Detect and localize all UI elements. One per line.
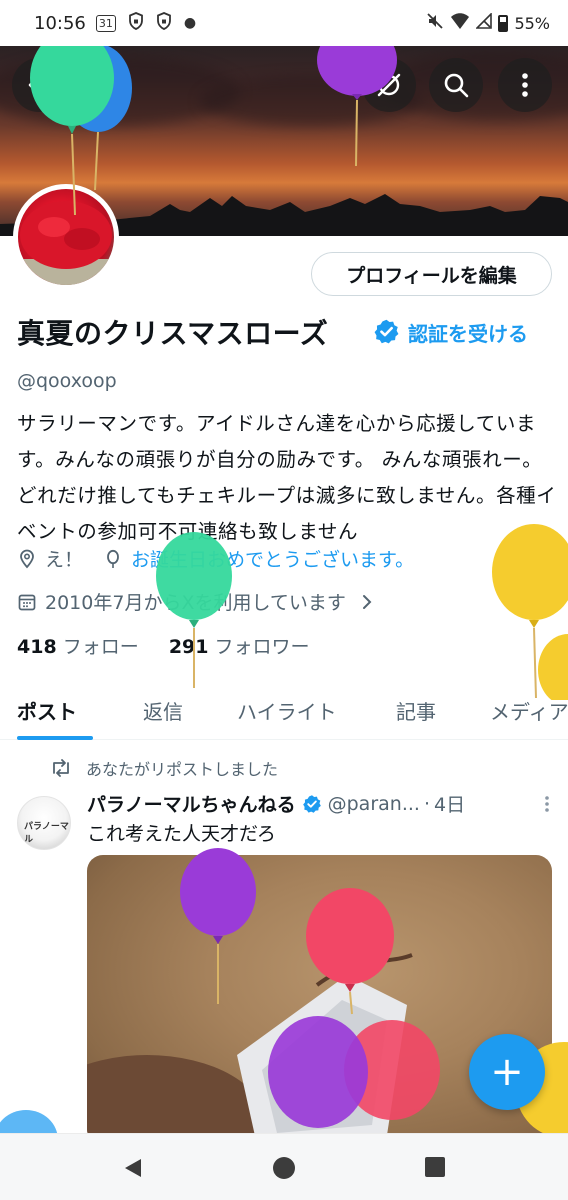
status-bar: 10:56 31 ● 55% (0, 0, 568, 46)
get-verified-link[interactable]: 認証を受ける (408, 318, 528, 347)
profile-location: え！ (45, 549, 84, 571)
repost-context: あなたがリポストしました (50, 756, 278, 780)
tab-replies[interactable]: 返信 (143, 696, 183, 725)
follow-stats: 418 フォロー 291 フォロワー (17, 632, 310, 659)
post-avatar-text: パラノーマル (24, 822, 69, 845)
compose-button[interactable]: + (469, 1034, 545, 1110)
vpn-shield-icon (128, 12, 144, 34)
nav-back-icon[interactable] (121, 1156, 145, 1180)
joined-date: 2010年7月からXを利用しています (45, 592, 346, 614)
following-count: 418 (17, 636, 57, 658)
edit-profile-button[interactable]: プロフィールを編集 (311, 252, 552, 296)
tab-articles[interactable]: 記事 (396, 696, 436, 725)
status-right: 55% (426, 12, 550, 34)
compose-icon: + (490, 1049, 524, 1095)
active-tab-indicator (17, 736, 93, 740)
followers-count: 291 (168, 636, 209, 658)
profile-avatar[interactable] (13, 184, 119, 290)
wifi-icon (450, 12, 470, 34)
nav-recents-icon[interactable] (424, 1156, 446, 1178)
post-verified-badge-icon (302, 794, 321, 813)
notification-dot-icon: ● (183, 15, 197, 31)
more-button[interactable] (498, 58, 552, 112)
followers-link[interactable]: 291 フォロワー (169, 636, 310, 658)
post-separator: · (423, 792, 430, 815)
balloon-icon (107, 549, 119, 568)
tab-highlights[interactable]: ハイライト (237, 696, 337, 725)
profile-bio: サラリーマンです。アイドルさん達を心から応援しています。みんなの頑張りが自分の励… (17, 412, 557, 543)
profile-meta-location-row: え！ お誕生日おめでとうございます。 (17, 545, 414, 572)
chevron-right-icon (362, 594, 372, 609)
post-header: パラノーマルちゃんねる @paran... · 4日 (87, 790, 557, 817)
signal-icon (475, 12, 493, 33)
birthday-link[interactable]: お誕生日おめでとうございます。 (131, 545, 414, 572)
post-author-handle: @paran... (327, 792, 420, 815)
avatar-image (18, 201, 114, 285)
profile-meta-joined-row[interactable]: 2010年7月からXを利用しています (17, 588, 374, 615)
back-button[interactable] (12, 58, 66, 112)
location-icon (20, 549, 34, 568)
repost-icon (53, 759, 69, 777)
tab-posts[interactable]: ポスト (17, 696, 77, 725)
battery-icon (498, 14, 509, 32)
following-label: フォロー (62, 636, 139, 658)
post-more-icon[interactable] (543, 794, 551, 814)
battery-percent: 55% (514, 13, 550, 33)
more-icon (522, 73, 528, 97)
post-author-avatar[interactable]: パラノーマル (17, 796, 71, 850)
followers-label: フォロワー (214, 636, 310, 658)
post-author-name[interactable]: パラノーマルちゃんねる (87, 790, 296, 817)
profile-tabs: ポスト 返信 ハイライト 記事 メディア (0, 688, 568, 740)
hide-button[interactable] (362, 58, 416, 112)
following-link[interactable]: 418 フォロー (17, 636, 139, 658)
post-text: これ考えた人天才だろ (87, 823, 276, 845)
repost-label: あなたがリポストしました (86, 760, 279, 779)
tab-media[interactable]: メディア (490, 696, 568, 725)
system-navigation-bar (0, 1133, 568, 1200)
hide-icon (377, 73, 401, 97)
verified-badge-icon (374, 319, 399, 344)
nav-home-icon[interactable] (272, 1156, 296, 1180)
profile-handle: @qooxoop (17, 370, 117, 392)
search-icon (444, 73, 469, 98)
vpn-shield-icon-2 (156, 12, 172, 34)
calendar-icon (18, 594, 36, 610)
status-time: 10:56 (34, 12, 86, 34)
calendar-notification-icon: 31 (95, 14, 116, 32)
balloon-decoration (0, 1110, 58, 1134)
back-icon (28, 75, 50, 95)
profile-name: 真夏のクリスマスローズ (17, 317, 329, 350)
post-time[interactable]: 4日 (434, 790, 465, 817)
search-button[interactable] (429, 58, 483, 112)
mute-icon (426, 12, 444, 34)
